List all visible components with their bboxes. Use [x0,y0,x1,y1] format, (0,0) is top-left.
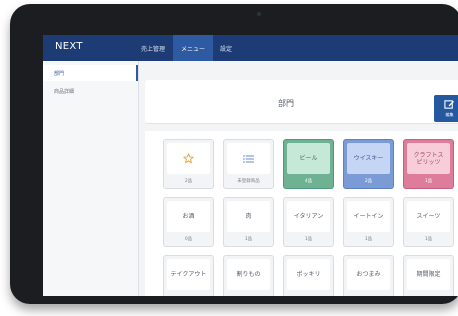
tile-alcohol[interactable]: お酒 0品 [163,197,214,247]
tile-label: イタリアン [287,201,330,232]
list-icon [243,154,254,163]
sidebar-item-departments[interactable]: 部門 [43,65,138,81]
tile-label: スイーツ [407,201,450,232]
department-grid: 2品 未登録商品 ビール 4品 ウイスキー 2品 クラフトスピリッツ 1品 お酒… [145,131,458,296]
tile-count: 1品 [244,237,253,242]
tile-count: 1品 [424,237,433,242]
sidebar-item-product-details[interactable]: 商品詳細 [43,83,138,99]
sidebar: 部門 商品詳細 [43,61,139,296]
tile-label: 肉 [227,201,270,232]
nav-tab-sales[interactable]: 売上管理 [135,35,171,61]
tile-count: 1品 [304,237,313,242]
tile-count: 0品 [184,237,193,242]
app-screen: NEXT 売上管理 メニュー 設定 部門 商品詳細 部門 編集 2品 未登録商品… [43,35,458,296]
tile-meat[interactable]: 肉 1品 [223,197,274,247]
tile-eat-in[interactable]: イートイン 1品 [343,197,394,247]
brand-logo: NEXT [55,41,83,52]
page-header: 部門 編集 [145,80,458,124]
page-title: 部門 [278,99,294,108]
tile-label: 割りもの [227,259,270,290]
edit-icon [444,100,455,109]
tile-label: ウイスキー [347,143,390,174]
tile-whisky[interactable]: ウイスキー 2品 [343,139,394,189]
tile-favorites[interactable]: 2品 [163,139,214,189]
tablet-frame: NEXT 売上管理 メニュー 設定 部門 商品詳細 部門 編集 2品 未登録商品… [10,4,458,304]
nav-tab-settings[interactable]: 設定 [215,35,237,61]
tile-label: 期間限定 [407,259,450,290]
tile-count: 未登録商品 [237,179,260,184]
tile-craft-spirits[interactable]: クラフトスピリッツ 1品 [403,139,454,189]
tile-takeout[interactable]: テイクアウト [163,255,214,296]
tile-count: 1品 [424,179,433,184]
edit-button-label: 編集 [445,112,454,117]
tile-beer[interactable]: ビール 4品 [283,139,334,189]
tile-count: 2品 [364,179,373,184]
tile-count: 2品 [184,179,193,184]
tile-label: ポッキリ [287,259,330,290]
star-icon [183,153,194,164]
tile-label: イートイン [347,201,390,232]
tile-label: おつまみ [347,259,390,290]
tile-count: 1品 [364,237,373,242]
tile-flat-price[interactable]: ポッキリ [283,255,334,296]
tile-unregistered[interactable]: 未登録商品 [223,139,274,189]
top-navigation-bar: NEXT 売上管理 メニュー 設定 [43,35,458,61]
tile-count: 4品 [304,179,313,184]
nav-tab-menu[interactable]: メニュー [173,35,213,61]
tile-label: クラフトスピリッツ [407,143,450,174]
front-camera [257,12,261,16]
tile-limited-time[interactable]: 期間限定 [403,255,454,296]
tile-italian[interactable]: イタリアン 1品 [283,197,334,247]
tile-label: ビール [287,143,330,174]
edit-button[interactable]: 編集 [434,95,458,122]
tile-label: テイクアウト [167,259,210,290]
tile-snacks[interactable]: おつまみ [343,255,394,296]
tile-mixers[interactable]: 割りもの [223,255,274,296]
tile-label: お酒 [167,201,210,232]
tile-sweets[interactable]: スイーツ 1品 [403,197,454,247]
